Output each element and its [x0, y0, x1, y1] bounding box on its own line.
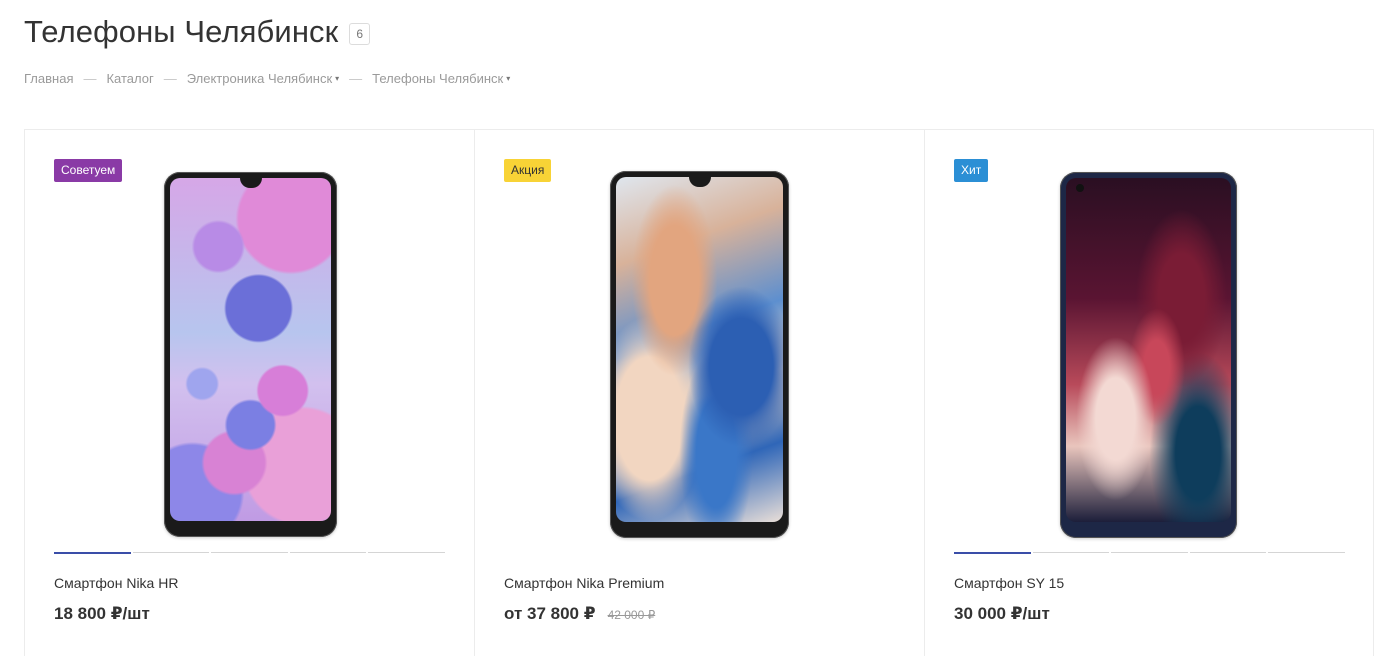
product-price: от 37 800 ₽ 42 000 ₽ [504, 604, 655, 624]
breadcrumb-separator: — [163, 71, 177, 86]
product-image[interactable] [610, 171, 789, 538]
breadcrumb-item-phones[interactable]: Телефоны Челябинск ▾ [372, 71, 510, 86]
product-price: 18 800 ₽/шт [54, 604, 150, 624]
product-name[interactable]: Смартфон Nika Premium [504, 575, 664, 591]
phone-screen [170, 178, 331, 521]
gallery-segment[interactable] [1189, 552, 1267, 553]
product-image[interactable] [1060, 172, 1237, 538]
caret-down-icon: ▾ [335, 74, 340, 83]
gallery-segment[interactable] [1111, 552, 1188, 553]
gallery-segment[interactable] [1268, 552, 1345, 553]
gallery-segment[interactable] [132, 552, 210, 553]
product-card[interactable]: Акция Смартфон Nika Premium от 37 800 ₽ … [475, 130, 925, 656]
breadcrumb-label: Каталог [106, 71, 154, 86]
product-image[interactable] [164, 172, 337, 537]
breadcrumb-item-catalog[interactable]: Каталог [106, 71, 153, 86]
product-count-badge: 6 [349, 23, 370, 45]
breadcrumb-label: Электроника Челябинск [186, 71, 333, 86]
phone-screen [1066, 178, 1231, 522]
price-current: 30 000 ₽/шт [954, 604, 1050, 623]
product-tag-sale: Акция [504, 159, 552, 182]
price-old: 42 000 ₽ [607, 608, 656, 622]
page-title: Телефоны Челябинск [24, 14, 339, 49]
breadcrumb-label: Телефоны Челябинск [372, 71, 504, 86]
product-tag-recommended: Советуем [54, 159, 123, 182]
gallery-segment[interactable] [289, 552, 367, 553]
product-price: 30 000 ₽/шт [954, 604, 1050, 624]
image-gallery-indicator[interactable] [954, 552, 1345, 554]
product-card[interactable]: Хит Смартфон SY 15 30 000 ₽/шт [925, 130, 1374, 656]
breadcrumb-label: Главная [24, 71, 74, 86]
caret-down-icon: ▾ [506, 74, 511, 83]
product-card[interactable]: Советуем Смартфон Nika HR 18 800 ₽/шт [25, 130, 475, 656]
image-gallery-indicator[interactable] [54, 552, 445, 554]
breadcrumb-separator: — [83, 71, 97, 86]
breadcrumb: Главная — Каталог — Электроника Челябинс… [24, 71, 510, 86]
product-grid: Советуем Смартфон Nika HR 18 800 ₽/шт Ак… [24, 129, 1374, 656]
gallery-segment[interactable] [368, 552, 445, 553]
gallery-segment[interactable] [54, 552, 131, 554]
product-name[interactable]: Смартфон Nika HR [54, 575, 178, 591]
gallery-segment[interactable] [1032, 552, 1110, 553]
price-current: от 37 800 ₽ [504, 604, 596, 623]
phone-screen [616, 177, 783, 522]
product-name[interactable]: Смартфон SY 15 [954, 575, 1064, 591]
page-header: Телефоны Челябинск 6 [24, 14, 370, 50]
price-current: 18 800 ₽/шт [54, 604, 150, 623]
breadcrumb-item-home[interactable]: Главная [24, 71, 73, 86]
product-tag-hit: Хит [954, 159, 989, 182]
phone-camera [1076, 184, 1084, 192]
breadcrumb-item-electronics[interactable]: Электроника Челябинск ▾ [187, 71, 339, 86]
gallery-segment[interactable] [954, 552, 1031, 554]
breadcrumb-separator: — [349, 71, 363, 86]
gallery-segment[interactable] [211, 552, 288, 553]
